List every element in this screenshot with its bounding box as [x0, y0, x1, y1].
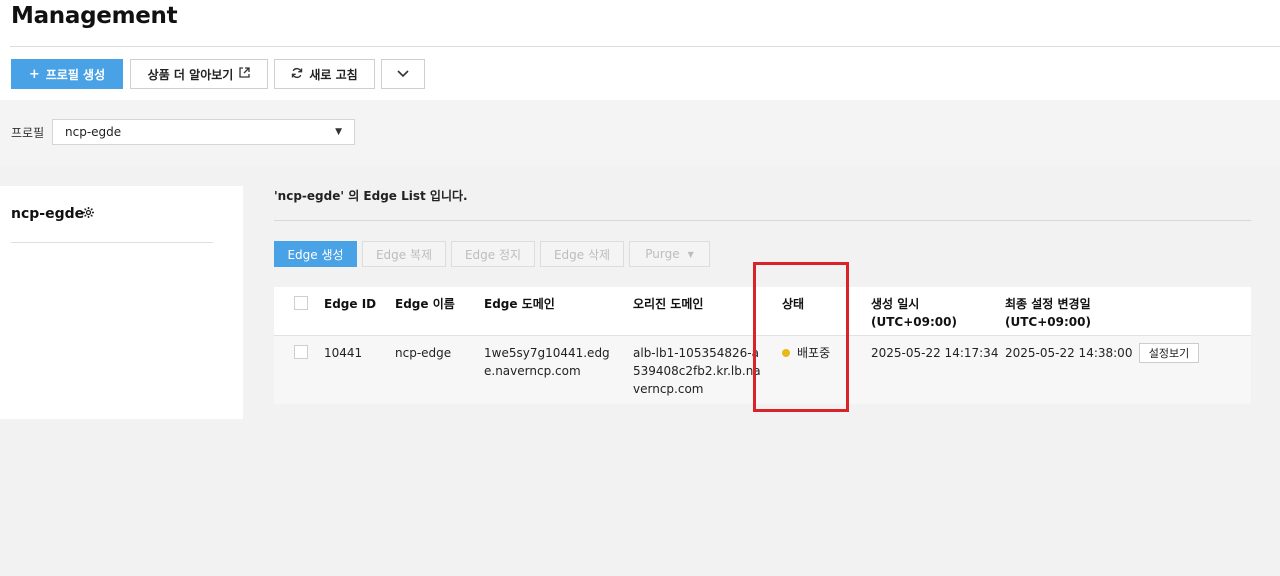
gear-icon[interactable]: [82, 206, 95, 223]
more-options-button[interactable]: [381, 59, 425, 89]
profile-select[interactable]: ncp-egde ▼: [52, 119, 355, 145]
purge-label: Purge: [645, 247, 680, 261]
edge-create-button[interactable]: Edge 생성: [274, 241, 357, 267]
purge-button[interactable]: Purge ▼: [629, 241, 710, 267]
column-header-origin-domain[interactable]: 오리진 도메인: [633, 295, 703, 313]
learn-more-button[interactable]: 상품 더 알아보기: [130, 59, 268, 89]
refresh-icon: [291, 67, 303, 82]
column-header-modified[interactable]: 최종 설정 변경일 (UTC+09:00): [1005, 295, 1091, 331]
learn-more-label: 상품 더 알아보기: [147, 67, 234, 82]
cell-modified: 2025-05-22 14:38:00: [1005, 346, 1133, 360]
refresh-button[interactable]: 새로 고침: [274, 59, 375, 89]
cell-edge-name: ncp-edge: [395, 346, 452, 360]
cell-created: 2025-05-22 14:17:34: [871, 346, 999, 360]
select-all-checkbox[interactable]: [294, 296, 308, 310]
external-link-icon: [239, 67, 250, 81]
view-settings-button[interactable]: 설정보기: [1139, 343, 1199, 363]
refresh-label: 새로 고침: [309, 67, 358, 82]
profile-filter-label: 프로필: [11, 126, 45, 140]
profile-select-value: ncp-egde: [65, 125, 122, 139]
profile-name: ncp-egde: [11, 206, 85, 222]
cell-edge-id: 10441: [324, 346, 363, 360]
create-profile-button[interactable]: + 프로필 생성: [11, 59, 123, 89]
page-title: Management: [11, 3, 178, 29]
status-highlight-box: [753, 262, 849, 412]
edge-copy-button[interactable]: Edge 복제: [362, 241, 446, 267]
title-divider: [10, 46, 1280, 47]
edge-delete-button[interactable]: Edge 삭제: [540, 241, 624, 267]
cell-origin-domain: alb-lb1-105354826-a539408c2fb2.kr.lb.nav…: [633, 346, 761, 396]
caret-down-icon: ▼: [335, 127, 342, 137]
cell-edge-domain: 1we5sy7g10441.edge.naverncp.com: [484, 346, 610, 378]
edge-list-caption: 'ncp-egde' 의 Edge List 입니다.: [274, 189, 468, 203]
column-header-created[interactable]: 생성 일시 (UTC+09:00): [871, 295, 957, 331]
caret-down-icon: ▼: [687, 249, 694, 259]
caption-divider: [274, 220, 1251, 221]
row-checkbox[interactable]: [294, 345, 308, 359]
edge-stop-button[interactable]: Edge 정지: [451, 241, 535, 267]
plus-icon: +: [28, 66, 40, 82]
chevron-down-icon: [397, 67, 409, 81]
side-divider: [11, 242, 213, 243]
column-header-edge-domain[interactable]: Edge 도메인: [484, 295, 555, 313]
create-profile-label: 프로필 생성: [45, 67, 106, 82]
column-header-edge-id[interactable]: Edge ID: [324, 295, 376, 313]
column-header-edge-name[interactable]: Edge 이름: [395, 295, 455, 313]
